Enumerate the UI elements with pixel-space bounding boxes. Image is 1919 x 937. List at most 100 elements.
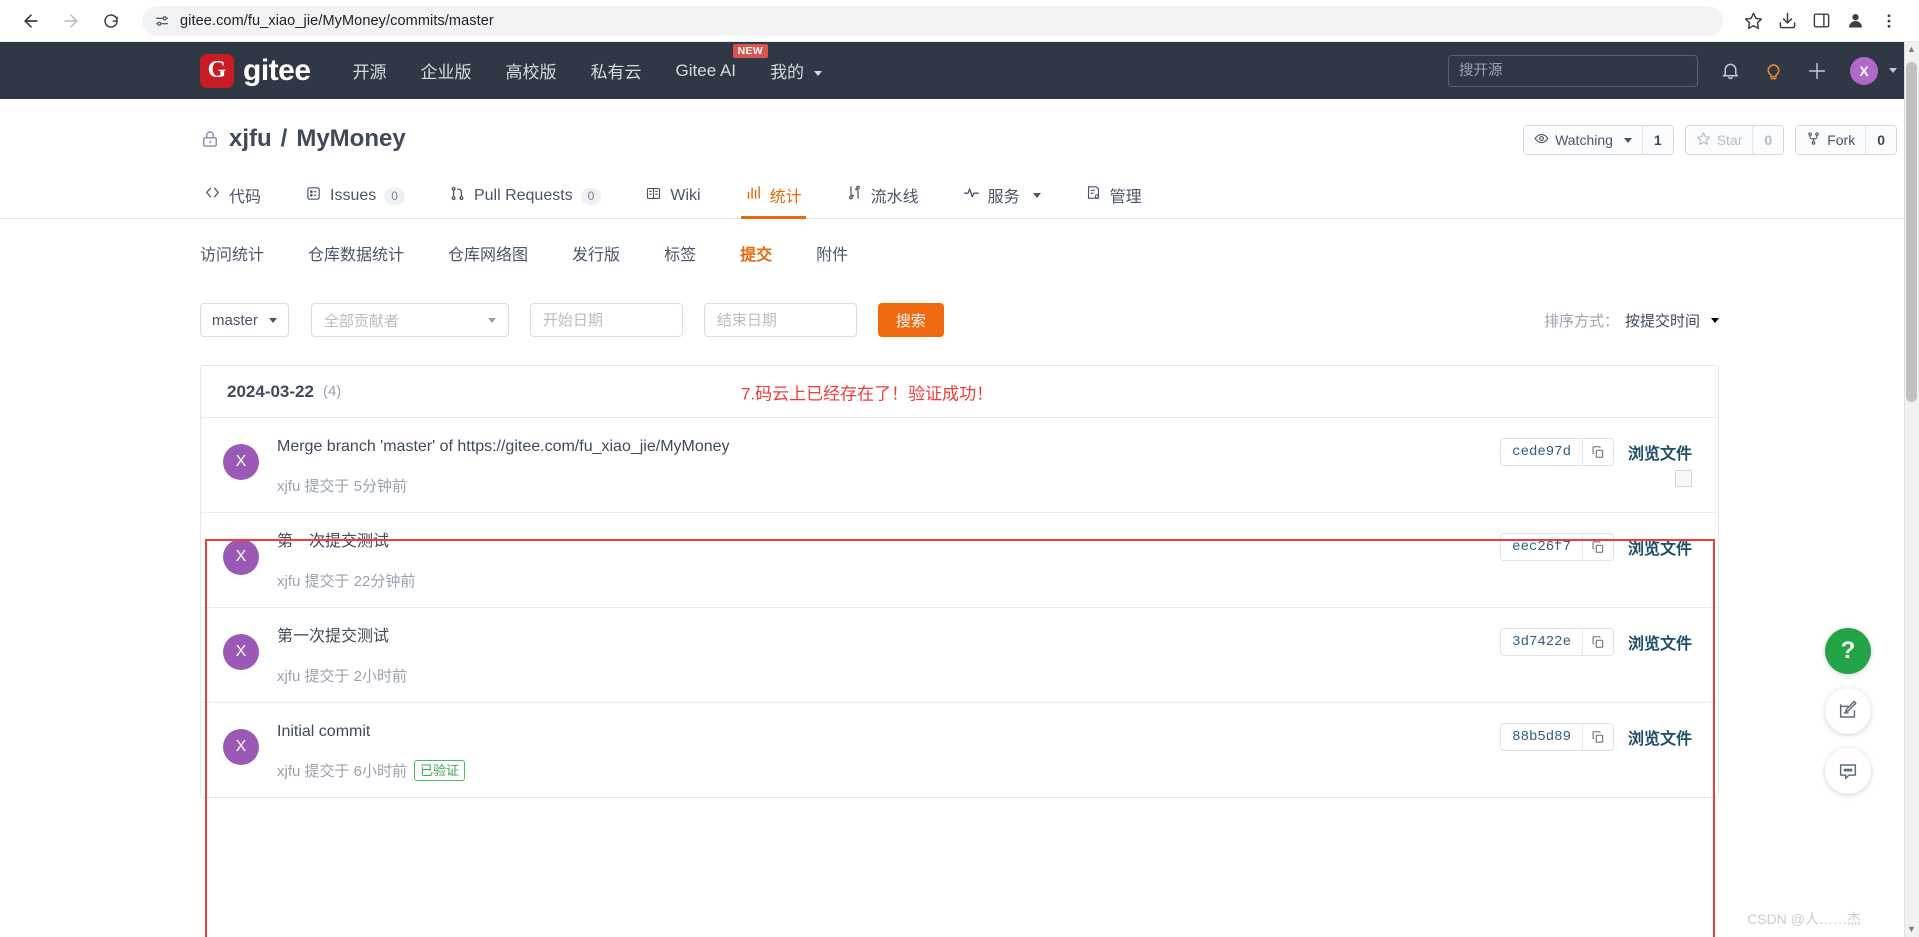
reload-icon[interactable] <box>94 4 128 38</box>
nav-item-privatecloud[interactable]: 私有云 <box>591 58 642 83</box>
watch-button[interactable]: Watching 1 <box>1523 125 1674 155</box>
fork-count: 0 <box>1865 126 1896 154</box>
commit-group-count: (4) <box>322 383 342 400</box>
subnav-item-network[interactable]: 仓库网络图 <box>426 241 550 265</box>
commit-message[interactable]: Initial commit <box>277 721 1500 743</box>
chevron-down-icon <box>1711 317 1719 323</box>
kebab-menu-icon[interactable] <box>1873 5 1905 37</box>
tab-manage[interactable]: 管理 <box>1063 183 1164 218</box>
commit-select-checkbox[interactable] <box>1675 470 1692 487</box>
avatar: X <box>223 634 259 670</box>
search-input[interactable] <box>1448 54 1698 87</box>
table-row[interactable]: X Initial commit xjfu 提交于 6小时前 已验证 88b5d… <box>201 703 1718 797</box>
nav-item-gitee-ai[interactable]: Gitee AI NEW <box>676 43 769 81</box>
commit-sha-box[interactable]: eec26f7 <box>1500 533 1614 561</box>
fork-label: Fork <box>1827 132 1856 148</box>
user-menu[interactable]: X <box>1850 56 1897 85</box>
star-label-seg[interactable]: Star <box>1685 126 1753 154</box>
subnav-item-attachments[interactable]: 附件 <box>794 241 870 265</box>
commit-author-time: xjfu 提交于 6小时前 <box>277 763 408 780</box>
tab-issues[interactable]: Issues 0 <box>283 185 427 218</box>
commit-author-time: xjfu 提交于 5分钟前 <box>277 478 408 495</box>
gitee-logo[interactable]: G gitee <box>200 53 311 88</box>
nav-item-mine[interactable]: 我的 <box>770 58 822 83</box>
branch-selector[interactable]: master <box>200 303 289 337</box>
commit-list-card: 2024-03-22 (4) 7.码云上已经存在了！验证成功！ X Merge … <box>200 365 1719 798</box>
issue-icon <box>305 185 322 207</box>
table-row[interactable]: X Merge branch 'master' of https://gitee… <box>201 418 1718 513</box>
edit-feedback-icon[interactable] <box>1825 688 1871 734</box>
avatar: X <box>223 729 259 765</box>
start-date-input[interactable] <box>529 303 683 337</box>
copy-icon[interactable] <box>1581 439 1613 465</box>
repo-header: xjfu / MyMoney Watching 1 Star 0 Fork 0 <box>0 99 1919 155</box>
commit-filter-bar: master 全部贡献者 搜索 排序方式： 按提交时间 <box>0 303 1919 337</box>
chat-bubble-icon[interactable] <box>1825 748 1871 794</box>
tab-service[interactable]: 服务 <box>941 183 1063 218</box>
fork-button[interactable]: Fork 0 <box>1795 125 1897 155</box>
commit-message[interactable]: 第一次提交测试 <box>277 626 1500 648</box>
site-settings-icon[interactable] <box>154 13 170 29</box>
contributor-selector[interactable]: 全部贡献者 <box>310 303 509 337</box>
tab-wiki[interactable]: Wiki <box>623 185 722 218</box>
watch-count: 1 <box>1641 126 1673 154</box>
tab-pipeline[interactable]: 流水线 <box>824 183 941 218</box>
browse-files-link[interactable]: 浏览文件 <box>1628 628 1692 654</box>
tab-pull-requests[interactable]: Pull Requests 0 <box>427 185 623 218</box>
forward-arrow-icon[interactable] <box>54 4 88 38</box>
table-row[interactable]: X 第一次提交测试 xjfu 提交于 2小时前 3d7422e 浏览文件 <box>201 608 1718 703</box>
chevron-down-icon <box>487 317 496 323</box>
scrollbar-thumb[interactable] <box>1906 62 1917 402</box>
nav-item-enterprise[interactable]: 企业版 <box>421 58 472 83</box>
subnav-item-commits[interactable]: 提交 <box>718 241 794 265</box>
copy-icon[interactable] <box>1581 534 1613 560</box>
watch-label-seg[interactable]: Watching <box>1524 126 1642 154</box>
plus-icon[interactable] <box>1806 60 1828 82</box>
nav-item-education[interactable]: 高校版 <box>506 58 557 83</box>
subnav-item-releases[interactable]: 发行版 <box>550 241 642 265</box>
repo-owner[interactable]: xjfu <box>229 125 272 153</box>
commit-sha-box[interactable]: cede97d <box>1500 438 1614 466</box>
browse-files-link[interactable]: 浏览文件 <box>1628 723 1692 749</box>
lightbulb-icon[interactable] <box>1763 60 1784 81</box>
page-scrollbar[interactable]: ▲ ▼ <box>1904 42 1919 937</box>
browse-files-link[interactable]: 浏览文件 <box>1628 438 1692 464</box>
tab-stats[interactable]: 统计 <box>723 183 824 219</box>
commit-message[interactable]: Merge branch 'master' of https://gitee.c… <box>277 436 1500 458</box>
commit-author-time: xjfu 提交于 2小时前 <box>277 668 408 685</box>
sort-value: 按提交时间 <box>1624 312 1700 330</box>
commit-sha-box[interactable]: 3d7422e <box>1500 628 1614 656</box>
search-button[interactable]: 搜索 <box>877 303 944 337</box>
browse-files-link[interactable]: 浏览文件 <box>1628 533 1692 559</box>
star-button[interactable]: Star 0 <box>1684 125 1785 155</box>
commit-message[interactable]: 第一次提交测试 <box>277 531 1500 553</box>
nav-label: 企业版 <box>420 63 472 82</box>
subnav-item-tags[interactable]: 标签 <box>642 241 718 265</box>
side-panel-icon[interactable] <box>1805 5 1837 37</box>
star-icon[interactable] <box>1737 5 1769 37</box>
copy-icon[interactable] <box>1581 629 1613 655</box>
subnav-item-repo-data[interactable]: 仓库数据统计 <box>286 241 426 265</box>
help-button[interactable]: ? <box>1825 628 1871 674</box>
repo-name[interactable]: MyMoney <box>296 125 405 153</box>
end-date-input[interactable] <box>703 303 857 337</box>
bell-icon[interactable] <box>1720 60 1741 81</box>
back-arrow-icon[interactable] <box>14 4 48 38</box>
copy-icon[interactable] <box>1581 724 1613 750</box>
tab-code[interactable]: 代码 <box>200 183 283 218</box>
profile-icon[interactable] <box>1839 5 1871 37</box>
nav-item-opensource[interactable]: 开源 <box>353 58 387 83</box>
scroll-down-arrow[interactable]: ▼ <box>1907 925 1916 934</box>
subnav-item-visits[interactable]: 访问统计 <box>200 241 286 265</box>
address-bar[interactable]: gitee.com/fu_xiao_jie/MyMoney/commits/ma… <box>142 5 1723 36</box>
commit-sha-box[interactable]: 88b5d89 <box>1500 723 1614 751</box>
download-icon[interactable] <box>1771 5 1803 37</box>
commit-body: 第一次提交测试 xjfu 提交于 22分钟前 <box>277 529 1500 591</box>
tab-label: 代码 <box>229 189 262 206</box>
sort-selector[interactable]: 排序方式： 按提交时间 <box>1544 310 1719 331</box>
gitee-logo-mark: G <box>200 53 234 88</box>
fork-label-seg[interactable]: Fork <box>1796 126 1866 154</box>
tab-count: 0 <box>580 187 602 205</box>
table-row[interactable]: X 第一次提交测试 xjfu 提交于 22分钟前 eec26f7 浏览文件 <box>201 513 1718 608</box>
scroll-up-arrow[interactable]: ▲ <box>1907 45 1916 54</box>
